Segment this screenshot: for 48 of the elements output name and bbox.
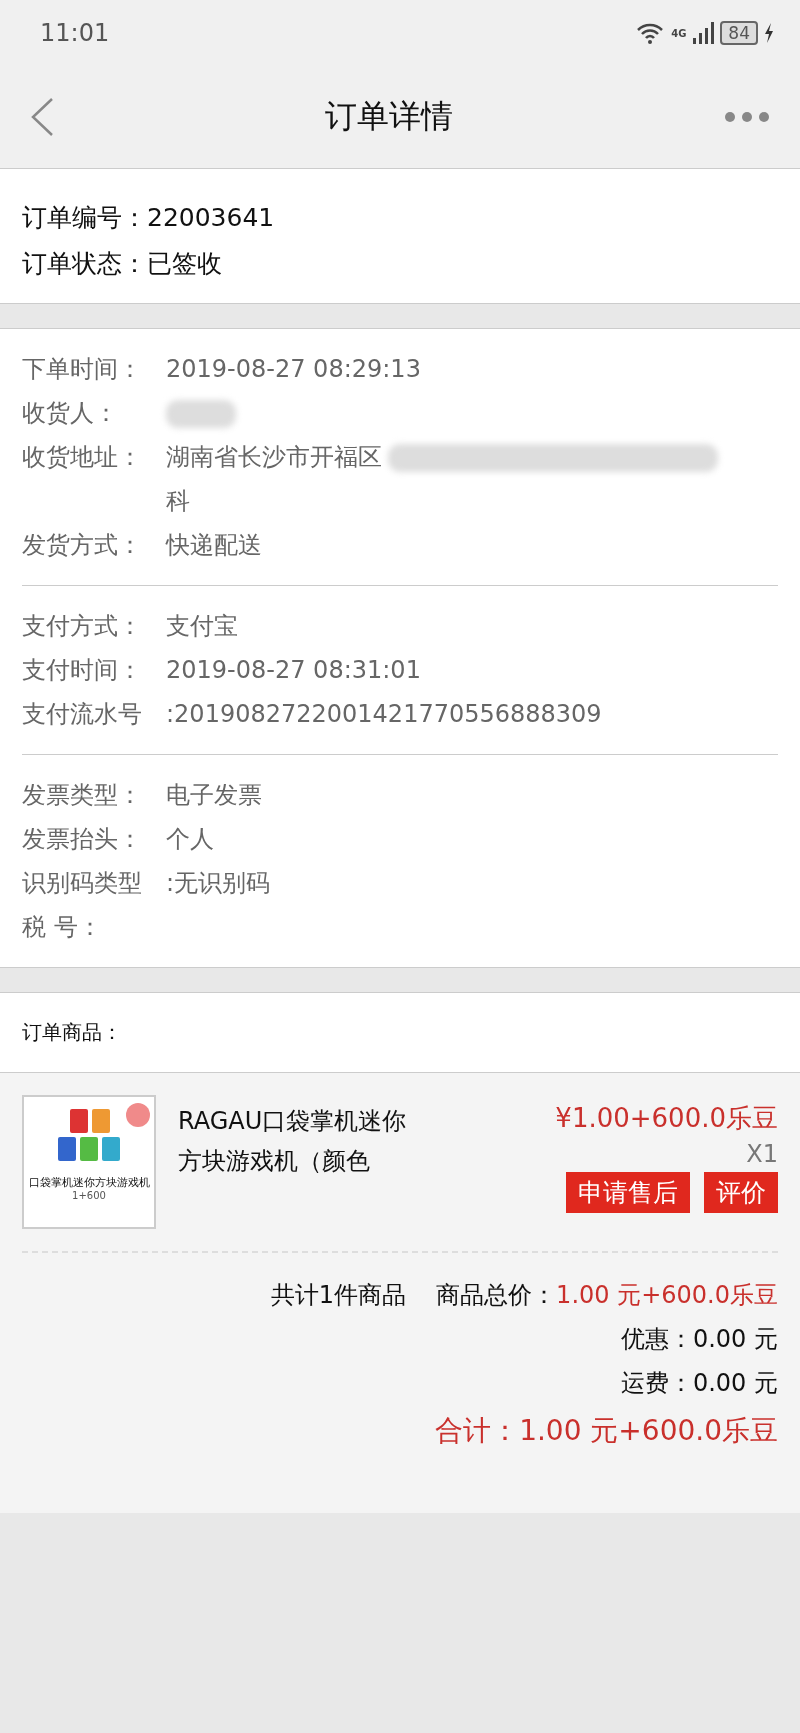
field-label: 收货地址： [22,442,143,473]
image-price: 1+600 [71,1190,107,1201]
discount: 优惠：0.00 元 [620,1324,778,1355]
field-value: :2019082722001421770556888309 [166,700,602,728]
field-value: 2019-08-27 08:31:01 [166,656,421,684]
field-label: 发票抬头： [22,824,143,855]
field-label: 下单时间： [22,354,143,385]
charging-icon [764,23,774,43]
image-caption: 口袋掌机迷你方块游戏机 [27,1175,151,1190]
field-label: 收货人： [22,398,119,429]
field-label: 订单状态： [22,248,147,280]
field-value: 湖南省长沙市开福区 [166,443,382,471]
field-label: 税 号： [22,912,103,943]
field-value: 2019-08-27 08:29:13 [166,355,421,383]
field-label: 发票类型： [22,780,143,811]
section-title: 订单商品： [22,1020,122,1044]
product-name[interactable]: RAGAU口袋掌机迷你方块游戏机（颜色 [178,1101,408,1229]
field-value: 支付宝 [166,612,238,640]
field-label: 支付流水号 [22,699,143,730]
battery-level: 84 [720,21,758,45]
review-button[interactable]: 评价 [704,1172,778,1213]
field-value: 电子发票 [166,781,262,809]
field-value: :无识别码 [166,869,271,897]
product-image[interactable]: 口袋掌机迷你方块游戏机 1+600 [22,1095,156,1229]
back-icon[interactable] [30,97,54,137]
field-label: 识别码类型 [22,868,143,899]
product-quantity: X1 [746,1140,778,1168]
field-label: 支付时间： [22,655,143,686]
after-sales-button[interactable]: 申请售后 [566,1172,690,1213]
page-title: 订单详情 [325,96,453,137]
network-type: 4G [671,27,687,39]
field-value: 快递配送 [166,531,262,559]
field-value: 科 [166,487,190,515]
field-label: 支付方式： [22,611,143,642]
field-label: 订单编号： [22,202,147,234]
more-icon[interactable] [724,111,770,123]
field-label: 发货方式： [22,530,143,561]
order-total: 合计：1.00 元+600.0乐豆 [435,1413,778,1449]
subtotal: 商品总价：1.00 元+600.0乐豆 [436,1280,778,1311]
status-time: 11:01 [40,19,110,47]
field-value: 已签收 [147,248,222,280]
field-value: 个人 [166,825,214,853]
shipping-fee: 运费：0.00 元 [620,1368,778,1399]
product-price: ¥1.00+600.0乐豆 [555,1102,778,1135]
item-count: 共计1件商品 [270,1280,407,1311]
signal-icon [692,22,715,44]
field-value: 22003641 [147,202,275,234]
redaction-blur [166,400,236,428]
